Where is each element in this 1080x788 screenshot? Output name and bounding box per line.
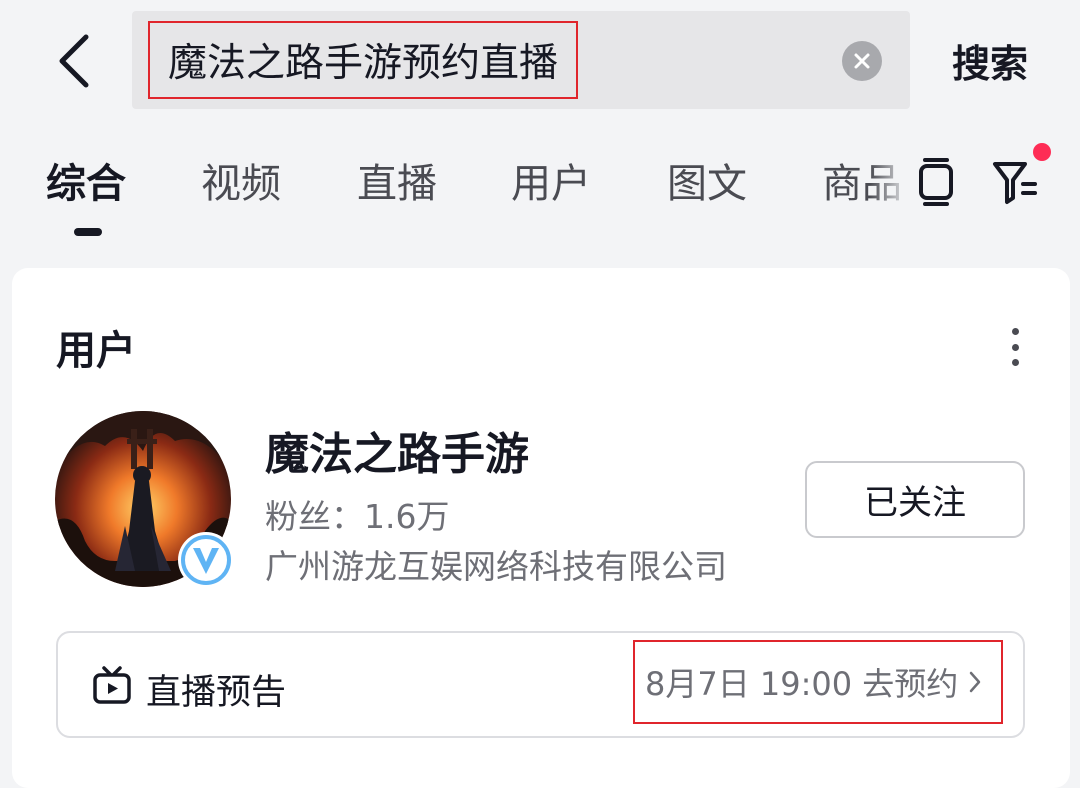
clear-search-button[interactable]: [842, 41, 882, 81]
company-name: 广州游龙互娱网络科技有限公司: [265, 547, 727, 586]
section-title: 用户: [56, 328, 136, 374]
filter-icon: [993, 162, 1037, 204]
tab-all[interactable]: 综合: [46, 150, 126, 210]
more-vertical-icon: [1011, 328, 1019, 335]
back-arrow-icon: [59, 34, 89, 88]
tab-post[interactable]: 图文: [667, 150, 747, 210]
active-tab-indicator: [74, 228, 102, 236]
tab-live[interactable]: 直播: [357, 150, 437, 210]
fans-count: 粉丝：1.6万: [265, 497, 450, 536]
tv-icon: [93, 666, 131, 704]
tab-video[interactable]: 视频: [201, 150, 281, 210]
layout-toggle-icon: [919, 158, 953, 206]
search-input[interactable]: 魔法之路手游预约直播: [148, 21, 579, 99]
reserve-live-link[interactable]: 8月7日 19:00 去预约: [633, 640, 1003, 724]
back-button[interactable]: [48, 26, 98, 96]
chevron-right-icon: [970, 671, 981, 693]
more-options-button[interactable]: [1000, 322, 1030, 372]
verified-v-icon: [178, 532, 234, 588]
follow-button[interactable]: 已关注: [805, 461, 1025, 538]
clear-icon: [854, 53, 870, 69]
layout-toggle-button[interactable]: [910, 154, 962, 210]
search-button[interactable]: 搜索: [952, 32, 1028, 88]
tab-user[interactable]: 用户: [511, 150, 591, 210]
filter-notification-dot: [1033, 143, 1051, 161]
user-name[interactable]: 魔法之路手游: [265, 418, 529, 482]
live-time-text: 8月7日 19:00 去预约: [645, 665, 959, 703]
filter-button[interactable]: [989, 154, 1041, 210]
live-preview-label: 直播预告: [146, 673, 287, 713]
